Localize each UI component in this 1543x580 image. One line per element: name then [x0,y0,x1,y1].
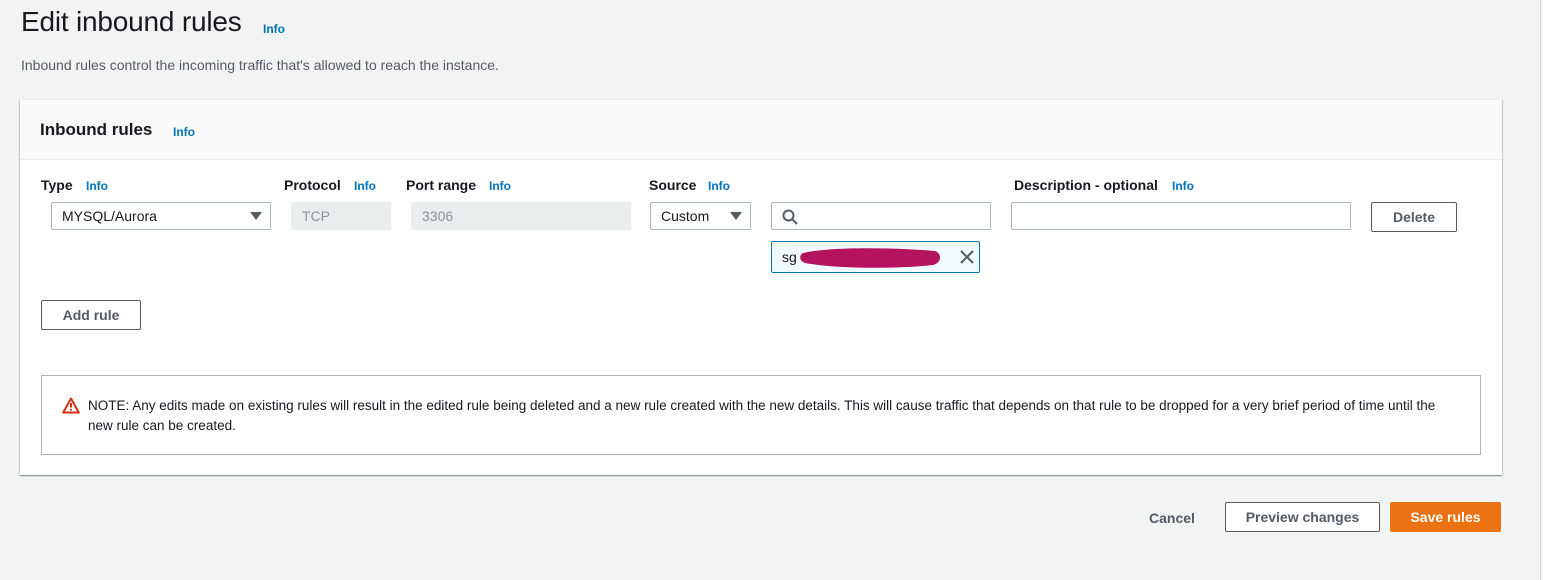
protocol-info-link[interactable]: Info [354,179,376,193]
source-info-link[interactable]: Info [708,179,730,193]
source-label: Source [649,177,697,193]
redaction-mark [800,248,941,268]
protocol-label: Protocol [284,177,341,193]
page-title: Edit inbound rules [21,6,242,37]
type-info-link[interactable]: Info [86,179,108,193]
port-range-label: Port range [406,177,477,193]
preview-changes-button[interactable]: Preview changes [1225,502,1380,532]
warning-icon [62,397,80,414]
source-token-label: sg [782,249,797,265]
save-rules-button[interactable]: Save rules [1390,502,1501,532]
cancel-button[interactable]: Cancel [1149,510,1195,526]
chevron-down-icon [250,212,262,220]
page-description: Inbound rules control the incoming traff… [21,57,499,73]
warning-note: NOTE: Any edits made on existing rules w… [41,375,1481,455]
close-icon[interactable] [959,249,975,265]
panel-title: Inbound rules [40,120,153,139]
port-range-info-link[interactable]: Info [489,179,511,193]
type-label: Type [41,177,73,193]
panel-title-info-link[interactable]: Info [173,125,195,139]
delete-rule-button[interactable]: Delete [1371,202,1457,232]
search-icon [782,209,798,225]
source-type-select[interactable]: Custom [650,202,751,230]
port-range-field: 3306 [411,202,631,230]
description-input[interactable] [1011,202,1351,230]
source-search-input[interactable] [771,202,991,230]
type-select[interactable]: MYSQL/Aurora [51,202,271,230]
page-right-border [1540,0,1541,580]
inbound-rules-panel: Inbound rules Info Type Info Protocol In… [20,99,1502,475]
description-info-link[interactable]: Info [1172,179,1194,193]
protocol-field: TCP [291,202,391,230]
description-label: Description - optional [1014,177,1158,193]
warning-note-text: NOTE: Any edits made on existing rules w… [88,398,1436,433]
add-rule-button[interactable]: Add rule [41,300,141,330]
source-token: sg [771,241,980,273]
type-select-value: MYSQL/Aurora [62,208,157,224]
chevron-down-icon [730,212,742,220]
page-title-info-link[interactable]: Info [263,22,285,36]
source-type-value: Custom [661,208,710,224]
panel-header: Inbound rules Info [20,100,1502,160]
